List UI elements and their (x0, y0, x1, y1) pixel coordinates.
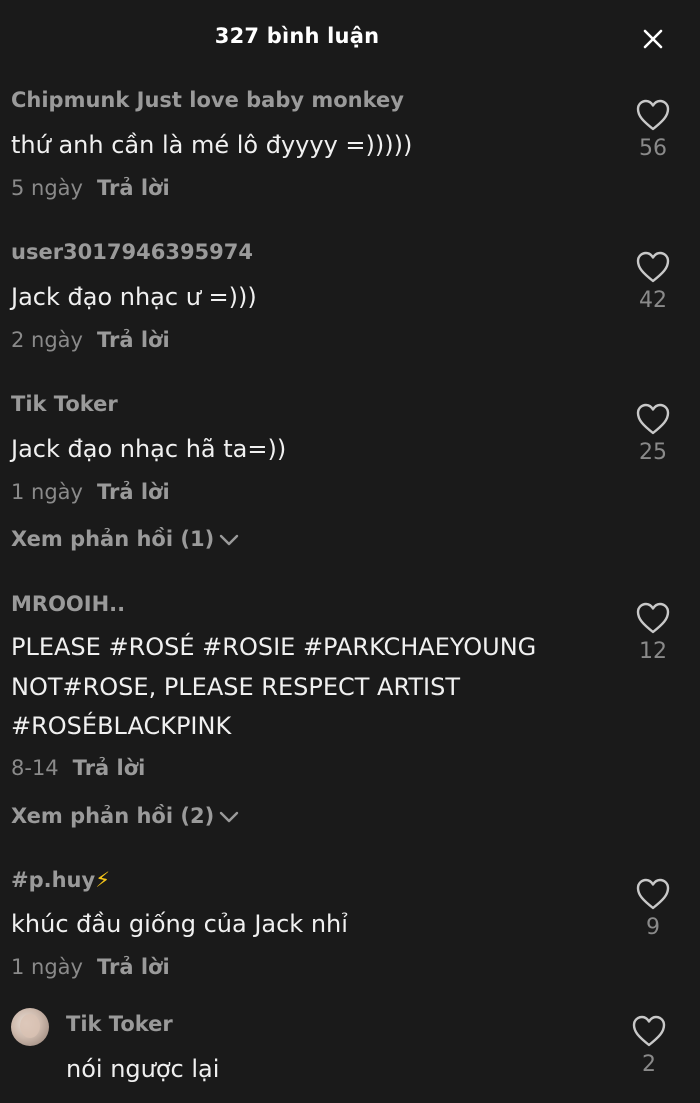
comment-username[interactable]: user3017946395974 (11, 240, 253, 264)
comment-meta: 1 ngày Trả lời (11, 480, 170, 504)
like-count: 42 (639, 288, 667, 313)
view-replies-button[interactable]: Xem phản hồi (1) (11, 527, 240, 551)
comment-username-text: #p.huy (11, 868, 96, 892)
like-count: 2 (642, 1052, 656, 1077)
like-count: 25 (639, 440, 667, 465)
comment-time: 5 ngày (11, 176, 83, 200)
like-button[interactable]: 12 (630, 601, 676, 664)
like-button[interactable]: 42 (630, 250, 676, 313)
comment-meta: 2 ngày Trả lời (11, 328, 170, 352)
like-count: 12 (639, 639, 667, 664)
comment-count-title: 327 bình luận (214, 24, 380, 48)
heart-outline-icon (636, 251, 670, 283)
heart-outline-icon (636, 99, 670, 131)
like-count: 9 (646, 915, 660, 940)
comment-time: 1 ngày (11, 480, 83, 504)
comment-time: 2 ngày (11, 328, 83, 352)
chevron-down-icon (219, 534, 239, 546)
comment-text: Jack đạo nhạc ư =))) (11, 283, 257, 311)
avatar[interactable] (11, 1008, 49, 1046)
chevron-down-icon (219, 811, 239, 823)
heart-outline-icon (632, 1015, 666, 1047)
comment-time: 1 ngày (11, 955, 83, 979)
reply-button[interactable]: Trả lời (97, 328, 170, 352)
comment-text: khúc đầu giống của Jack nhỉ (11, 910, 348, 938)
heart-outline-icon (636, 602, 670, 634)
heart-outline-icon (636, 878, 670, 910)
reply-button[interactable]: Trả lời (97, 176, 170, 200)
like-button[interactable]: 25 (630, 402, 676, 465)
comment-meta: 5 ngày Trả lời (11, 176, 170, 200)
reply-button[interactable]: Trả lời (97, 955, 170, 979)
comment-username[interactable]: Chipmunk Just love baby monkey (11, 88, 404, 112)
comment-meta: 8-14 Trả lời (11, 756, 145, 780)
comment-text-line: #ROSÉBLACKPINK (11, 712, 232, 740)
reply-button[interactable]: Trả lời (97, 480, 170, 504)
comment-username[interactable]: MROOIH.. (11, 592, 125, 616)
comment-meta: 1 ngày Trả lời (11, 955, 170, 979)
like-button[interactable]: 56 (630, 98, 676, 161)
comment-time: 8-14 (11, 756, 59, 780)
like-button[interactable]: 2 (626, 1014, 672, 1077)
reply-button[interactable]: Trả lời (73, 756, 146, 780)
comment-username[interactable]: Tik Toker (11, 392, 118, 416)
view-replies-button[interactable]: Xem phản hồi (2) (11, 804, 240, 828)
view-replies-label: Xem phản hồi (2) (11, 804, 215, 828)
lightning-emoji-icon: ⚡ (95, 868, 110, 892)
comments-header: 327 bình luận (0, 0, 700, 75)
comment-username[interactable]: #p.huy⚡ (11, 868, 110, 892)
comment-text-line: NOT#ROSE, PLEASE RESPECT ARTIST (11, 673, 461, 701)
view-replies-label: Xem phản hồi (1) (11, 527, 215, 551)
heart-outline-icon (636, 403, 670, 435)
comment-text-line: PLEASE #ROSÉ #ROSIE #PARKCHAEYOUNG (11, 633, 537, 661)
reply-username[interactable]: Tik Toker (66, 1012, 173, 1036)
comment-text: Jack đạo nhạc hã ta=)) (11, 435, 287, 463)
close-icon[interactable] (638, 24, 668, 54)
like-count: 56 (639, 136, 667, 161)
like-button[interactable]: 9 (630, 877, 676, 940)
comment-text: thứ anh cần là mé lô đyyyy =))))) (11, 131, 413, 159)
reply-text: nói ngược lại (66, 1055, 220, 1083)
